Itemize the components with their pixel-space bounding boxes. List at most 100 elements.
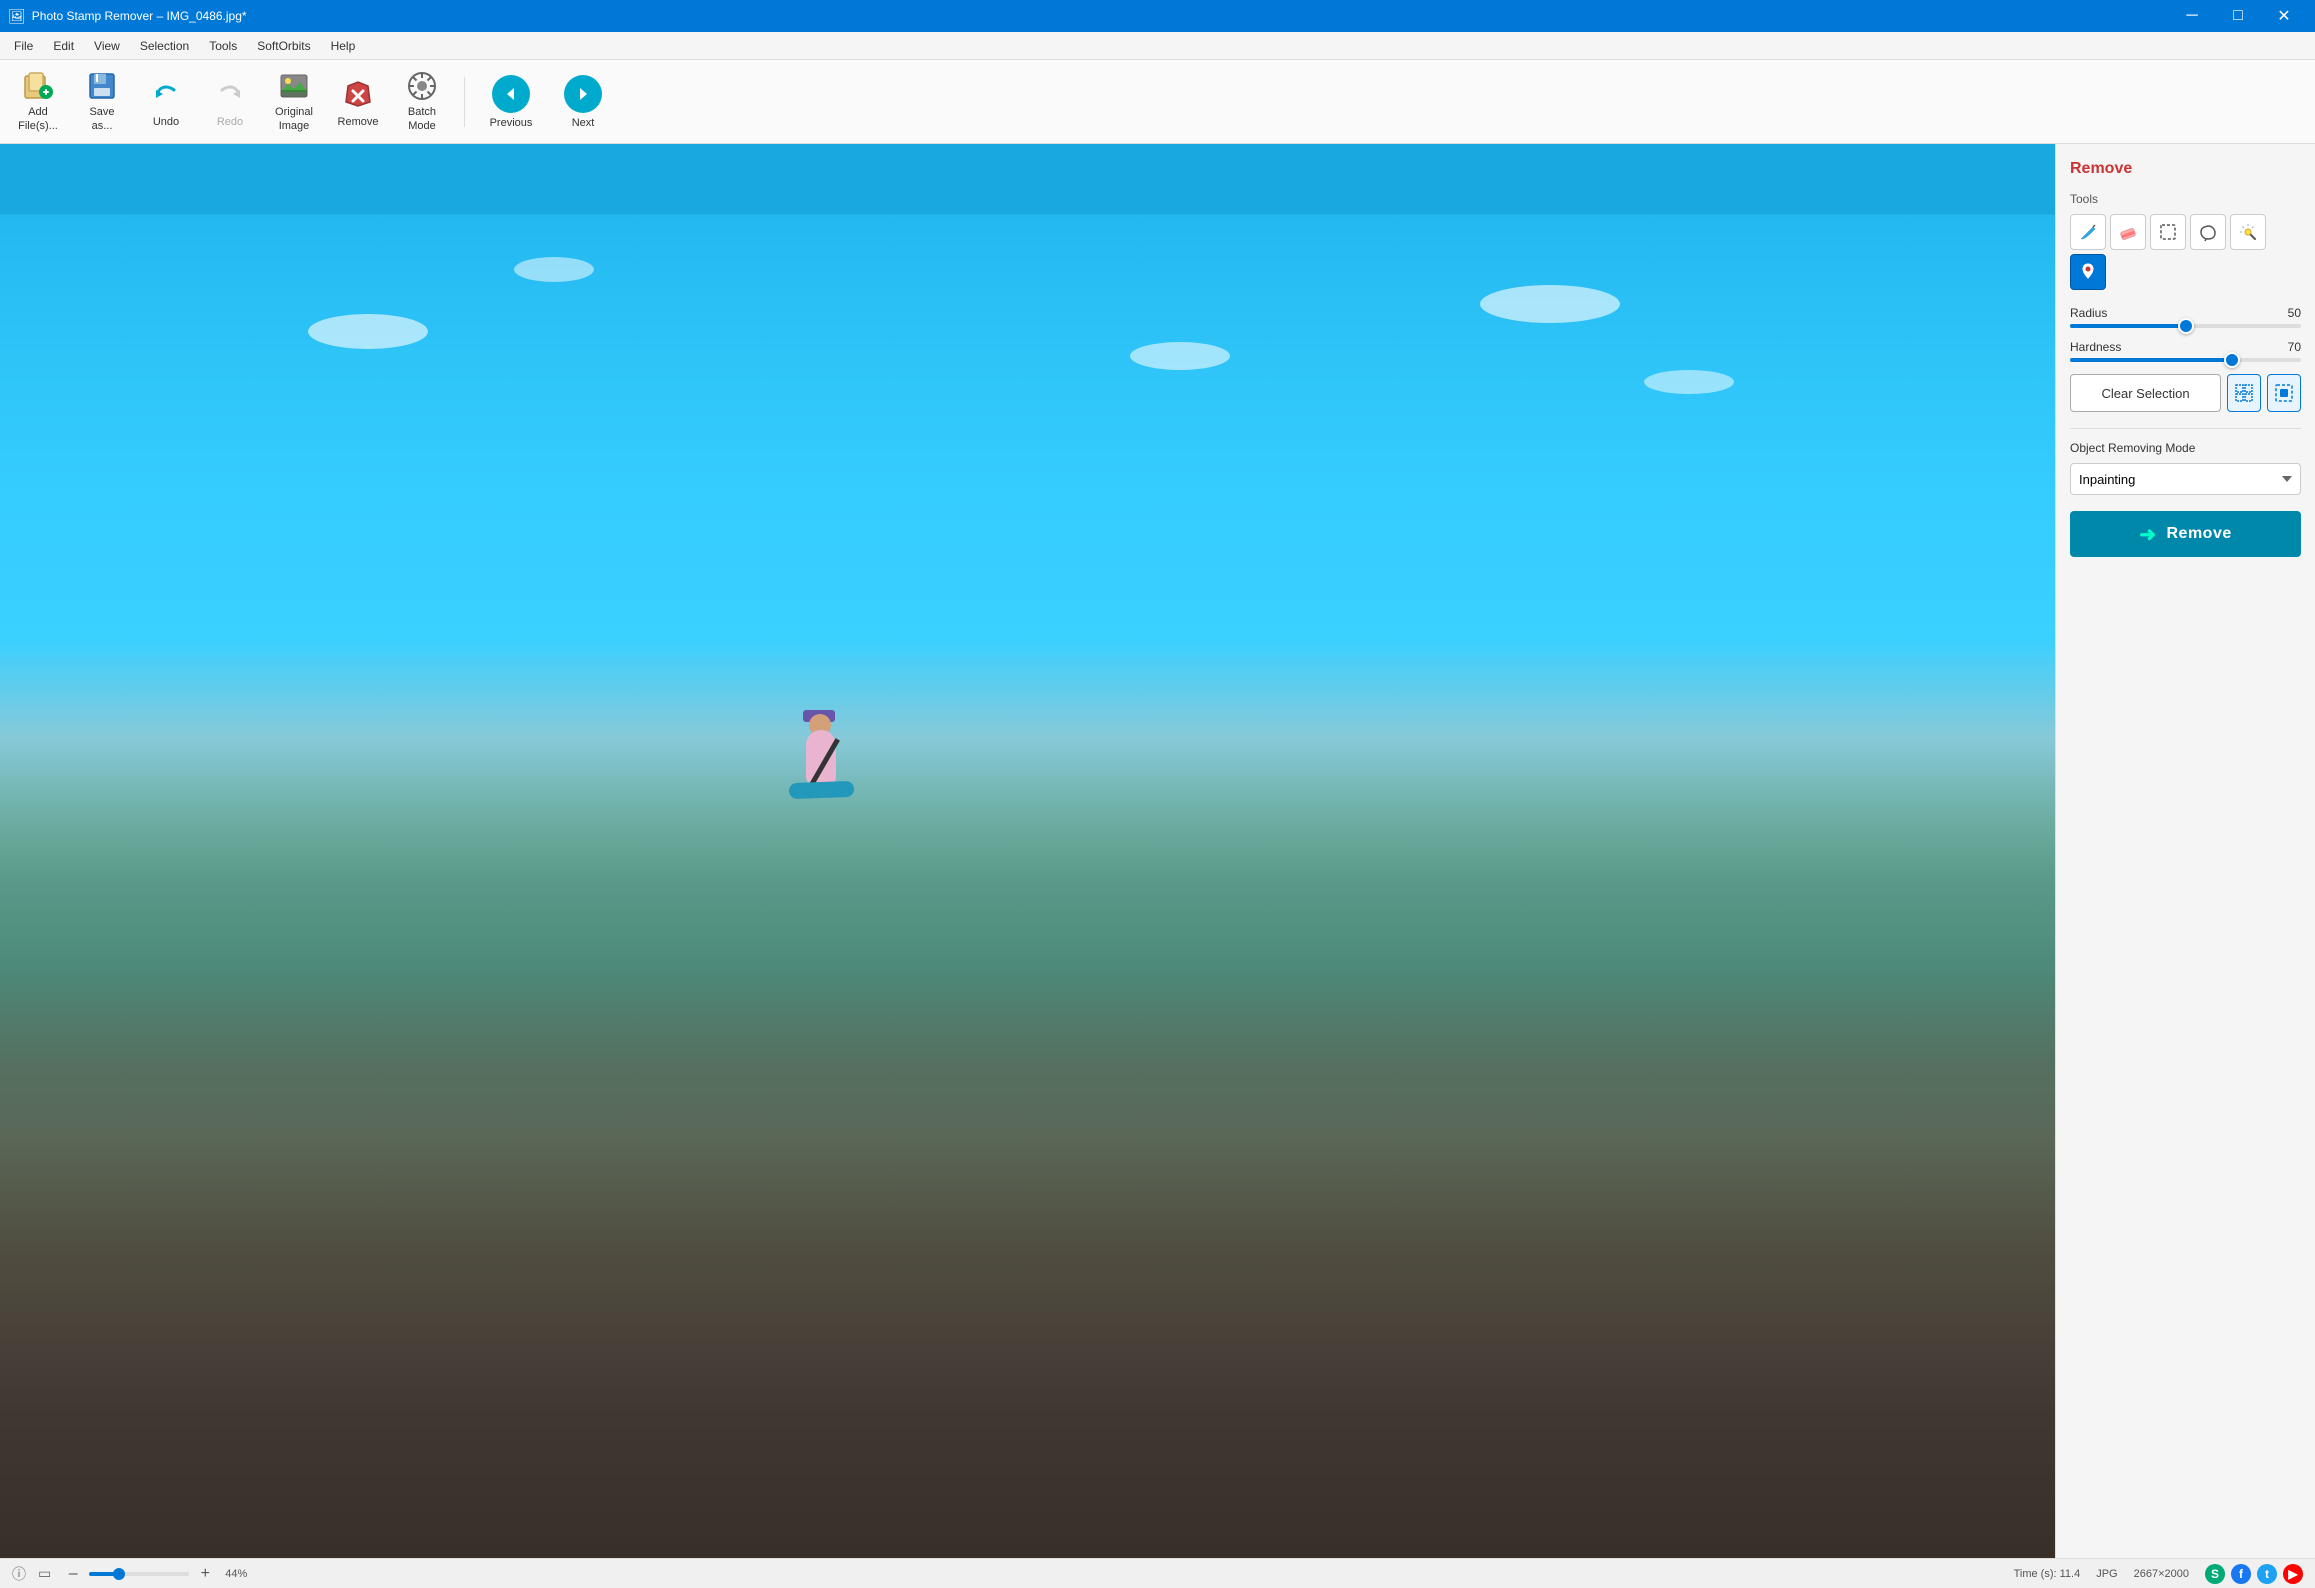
- hardness-slider-container: Hardness 70: [2070, 340, 2301, 362]
- remove-toolbar-button[interactable]: Remove: [328, 67, 388, 137]
- hardness-fill: [2070, 358, 2232, 362]
- menu-bar: File Edit View Selection Tools SoftOrbit…: [0, 32, 2315, 60]
- menu-edit[interactable]: Edit: [43, 35, 84, 57]
- remove-button[interactable]: ➜ Remove: [2070, 511, 2301, 557]
- time-label: Time (s): 11.4: [2014, 1568, 2081, 1580]
- status-bar: ⓘ ▭ – + 44% Time (s): 11.4 JPG 2667×2000…: [0, 1558, 2315, 1588]
- next-circle-icon: [564, 75, 602, 113]
- zoom-in-button[interactable]: +: [195, 1564, 215, 1584]
- brush-tool-button[interactable]: [2070, 214, 2106, 250]
- add-files-button[interactable]: AddFile(s)...: [8, 67, 68, 137]
- window-title: Photo Stamp Remover – IMG_0486.jpg*: [32, 9, 247, 23]
- hardness-track[interactable]: [2070, 358, 2301, 362]
- selection-expand-button[interactable]: [2227, 374, 2261, 412]
- hardness-value: 70: [2288, 340, 2301, 354]
- cloud-5: [1644, 370, 1734, 394]
- previous-button[interactable]: Previous: [477, 67, 545, 137]
- remove-arrow-icon: ➜: [2139, 522, 2156, 547]
- batch-mode-label: BatchMode: [408, 106, 436, 132]
- undo-button[interactable]: Undo: [136, 67, 196, 137]
- expand-selection-icon: [2234, 383, 2254, 403]
- eraser-icon: [2118, 222, 2138, 242]
- cloud-2: [514, 257, 594, 282]
- zoom-controls: – + 44%: [63, 1564, 247, 1584]
- eraser-tool-button[interactable]: [2110, 214, 2146, 250]
- save-as-label: Saveas...: [89, 106, 114, 132]
- softorbits-icon[interactable]: S: [2205, 1564, 2225, 1584]
- rect-icon: ▭: [38, 1565, 51, 1582]
- hardness-thumb[interactable]: [2224, 352, 2240, 368]
- next-button[interactable]: Next: [549, 67, 617, 137]
- brush-icon: [2078, 222, 2098, 242]
- cloud-1: [308, 314, 428, 349]
- status-left: ⓘ ▭ – + 44%: [12, 1564, 247, 1584]
- body: [806, 730, 836, 785]
- rect-select-tool-button[interactable]: [2150, 214, 2186, 250]
- status-right: Time (s): 11.4 JPG 2667×2000 S f t ▶: [2014, 1564, 2303, 1584]
- app-icon: 🖼: [8, 8, 26, 25]
- format-label: JPG: [2096, 1568, 2117, 1580]
- zoom-slider[interactable]: [89, 1572, 189, 1576]
- twitter-icon[interactable]: t: [2257, 1564, 2277, 1584]
- cloud-4: [1480, 285, 1620, 323]
- pin-icon: [2078, 262, 2098, 282]
- right-panel: Remove Tools: [2055, 144, 2315, 1558]
- section-divider: [2070, 428, 2301, 429]
- youtube-icon[interactable]: ▶: [2283, 1564, 2303, 1584]
- mode-dropdown[interactable]: Inpainting Content Aware Fill: [2070, 463, 2301, 495]
- batch-mode-button[interactable]: BatchMode: [392, 67, 452, 137]
- original-image-icon: [276, 70, 312, 102]
- dimensions-label: 2667×2000: [2134, 1568, 2189, 1580]
- undo-icon: [148, 76, 184, 112]
- clear-selection-row: Clear Selection: [2070, 374, 2301, 412]
- next-label: Next: [572, 117, 595, 129]
- redo-label: Redo: [217, 116, 243, 128]
- selection-invert-button[interactable]: [2267, 374, 2301, 412]
- zoom-out-button[interactable]: –: [63, 1564, 83, 1584]
- remove-toolbar-label: Remove: [338, 116, 379, 128]
- redo-icon: [212, 76, 248, 112]
- previous-label: Previous: [490, 117, 533, 129]
- menu-help[interactable]: Help: [321, 35, 366, 57]
- redo-button[interactable]: Redo: [200, 67, 260, 137]
- magic-wand-tool-button[interactable]: [2230, 214, 2266, 250]
- lasso-icon: [2198, 222, 2218, 242]
- lasso-tool-button[interactable]: [2190, 214, 2226, 250]
- save-as-button[interactable]: Saveas...: [72, 67, 132, 137]
- canvas-area[interactable]: [0, 144, 2055, 1558]
- menu-softorbits[interactable]: SoftOrbits: [247, 35, 320, 57]
- close-button[interactable]: ✕: [2261, 0, 2307, 32]
- save-as-icon: [84, 70, 120, 102]
- clear-selection-button[interactable]: Clear Selection: [2070, 374, 2221, 412]
- radius-value: 50: [2288, 306, 2301, 320]
- paddler: [781, 710, 861, 830]
- batch-mode-icon: [404, 70, 440, 102]
- rect-select-icon: [2158, 222, 2178, 242]
- title-bar: 🖼 Photo Stamp Remover – IMG_0486.jpg* ─ …: [0, 0, 2315, 32]
- radius-thumb[interactable]: [2178, 318, 2194, 334]
- object-removing-mode-label: Object Removing Mode: [2070, 441, 2301, 455]
- previous-circle-icon: [492, 75, 530, 113]
- main-layout: Remove Tools: [0, 144, 2315, 1558]
- zoom-thumb[interactable]: [113, 1568, 125, 1580]
- maximize-button[interactable]: □: [2215, 0, 2261, 32]
- menu-tools[interactable]: Tools: [199, 35, 247, 57]
- radius-slider-container: Radius 50: [2070, 306, 2301, 328]
- hardness-label: Hardness: [2070, 340, 2121, 354]
- add-files-icon: [20, 70, 56, 102]
- add-files-label: AddFile(s)...: [18, 106, 58, 132]
- radius-track[interactable]: [2070, 324, 2301, 328]
- tools-label: Tools: [2070, 192, 2301, 206]
- original-image-button[interactable]: OriginalImage: [264, 67, 324, 137]
- undo-label: Undo: [153, 116, 179, 128]
- menu-selection[interactable]: Selection: [130, 35, 199, 57]
- toolbar: AddFile(s)... Saveas... Undo: [0, 60, 2315, 144]
- menu-view[interactable]: View: [84, 35, 130, 57]
- pin-tool-button[interactable]: [2070, 254, 2106, 290]
- remove-icon: [340, 76, 376, 112]
- minimize-button[interactable]: ─: [2169, 0, 2215, 32]
- menu-file[interactable]: File: [4, 35, 43, 57]
- tools-row: [2070, 214, 2301, 290]
- facebook-icon[interactable]: f: [2231, 1564, 2251, 1584]
- info-icon: ⓘ: [12, 1564, 26, 1584]
